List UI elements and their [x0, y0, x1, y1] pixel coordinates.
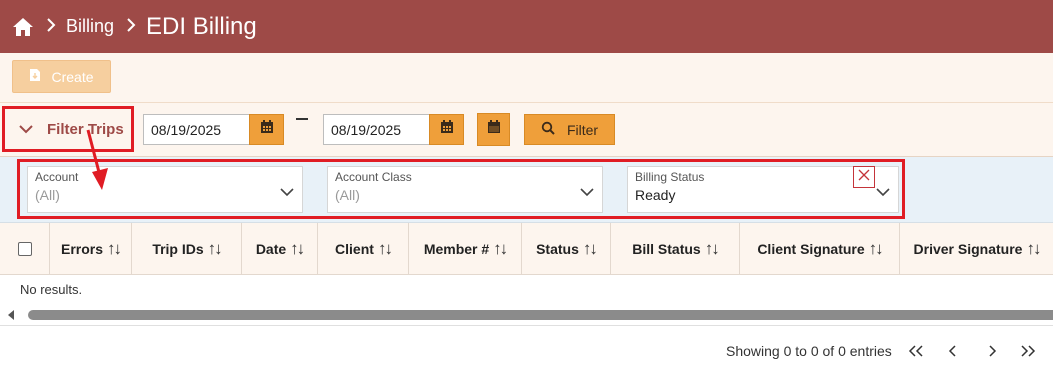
sort-icon: ↑↓	[704, 239, 720, 258]
column-label: Trip IDs	[152, 241, 204, 257]
double-chevron-right-icon[interactable]	[1017, 340, 1039, 362]
column-label: Status	[536, 241, 579, 257]
column-header-trip-ids[interactable]: Trip IDs ↑↓	[132, 223, 242, 275]
sort-icon: ↑↓	[582, 239, 598, 258]
date-range-separator	[296, 118, 308, 120]
column-header-errors[interactable]: Errors ↑↓	[50, 223, 132, 275]
calendar-preset-button[interactable]	[477, 113, 510, 146]
sort-icon: ↑↓	[493, 239, 508, 258]
sort-icon: ↑↓	[207, 239, 223, 258]
account-class-value: (All)	[335, 187, 360, 203]
end-date-calendar-button[interactable]	[429, 114, 464, 145]
sort-icon: ↑↓	[107, 239, 122, 258]
close-icon	[857, 168, 871, 187]
filter-trips-toggle[interactable]: Filter Trips	[2, 106, 134, 152]
page-title: EDI Billing	[146, 12, 257, 40]
column-header-status[interactable]: Status ↑↓	[522, 223, 611, 275]
calendar-icon	[440, 120, 454, 139]
toolbar: Create	[0, 53, 1053, 103]
column-header-bill-status[interactable]: Bill Status ↑↓	[611, 223, 740, 275]
start-date-calendar-button[interactable]	[249, 114, 284, 145]
chevron-right-icon	[46, 16, 56, 37]
filter-bar: Filter Trips 08/19/2025 08/19/2025 Filte…	[0, 103, 1053, 157]
account-label: Account	[35, 170, 79, 184]
chevron-down-icon	[19, 121, 33, 138]
column-label: Date	[255, 241, 287, 257]
column-header-driver-signature[interactable]: Driver Signature ↑↓	[900, 223, 1053, 275]
chevron-right-icon[interactable]	[981, 340, 1003, 362]
chevron-left-icon[interactable]	[942, 340, 964, 362]
search-icon	[541, 121, 555, 138]
select-all-header	[0, 223, 50, 275]
breadcrumb-billing[interactable]: Billing	[66, 16, 114, 37]
pagination-footer: Showing 0 to 0 of 0 entries	[0, 325, 1053, 377]
account-select[interactable]: Account (All)	[27, 166, 303, 213]
column-header-client[interactable]: Client ↑↓	[318, 223, 409, 275]
table-header: Errors ↑↓ Trip IDs ↑↓ Date ↑↓ Client ↑↓ Memb…	[0, 223, 1053, 275]
filter-button[interactable]: Filter	[524, 114, 615, 145]
filter-trips-label: Filter Trips	[47, 120, 124, 138]
create-label: Create	[51, 68, 94, 85]
home-icon[interactable]	[12, 16, 34, 38]
account-class-label: Account Class	[335, 170, 412, 184]
column-label: Driver Signature	[913, 241, 1023, 257]
sort-icon: ↑↓	[290, 239, 305, 258]
column-label: Bill Status	[632, 241, 701, 257]
clear-billing-status-button[interactable]	[853, 166, 875, 188]
sort-icon: ↑↓	[1026, 239, 1041, 258]
create-button[interactable]: Create	[12, 60, 111, 93]
horizontal-scrollbar[interactable]	[8, 308, 1053, 322]
pagination-summary: Showing 0 to 0 of 0 entries	[726, 343, 892, 359]
column-header-date[interactable]: Date ↑↓	[242, 223, 318, 275]
column-label: Member #	[423, 241, 490, 257]
chevron-down-icon	[580, 184, 594, 202]
column-header-client-signature[interactable]: Client Signature ↑↓	[740, 223, 900, 275]
calendar-icon	[487, 120, 501, 139]
column-label: Client	[335, 241, 374, 257]
empty-table-message: No results.	[20, 282, 83, 297]
filter-label: Filter	[566, 121, 599, 138]
account-class-select[interactable]: Account Class (All)	[327, 166, 603, 213]
billing-status-value: Ready	[635, 187, 676, 203]
chevron-down-icon	[876, 184, 890, 202]
column-label: Client Signature	[757, 241, 865, 257]
select-all-checkbox[interactable]	[17, 242, 32, 256]
scrollbar-thumb[interactable]	[28, 310, 1053, 320]
account-value: (All)	[35, 187, 60, 203]
file-download-icon	[29, 68, 41, 85]
sort-icon: ↑↓	[868, 239, 884, 258]
scroll-left-arrow-icon[interactable]	[8, 310, 14, 320]
calendar-icon	[260, 120, 274, 139]
app-header: Billing EDI Billing	[0, 0, 1053, 53]
start-date-input[interactable]: 08/19/2025	[143, 114, 251, 145]
filters-panel: Account (All) Account Class (All) Billin…	[0, 157, 1053, 223]
double-chevron-left-icon[interactable]	[905, 340, 927, 362]
chevron-down-icon	[280, 184, 294, 202]
end-date-input[interactable]: 08/19/2025	[323, 114, 431, 145]
sort-icon: ↑↓	[377, 239, 393, 258]
column-header-member[interactable]: Member # ↑↓	[409, 223, 522, 275]
chevron-right-icon	[126, 16, 136, 37]
column-label: Errors	[60, 241, 104, 257]
